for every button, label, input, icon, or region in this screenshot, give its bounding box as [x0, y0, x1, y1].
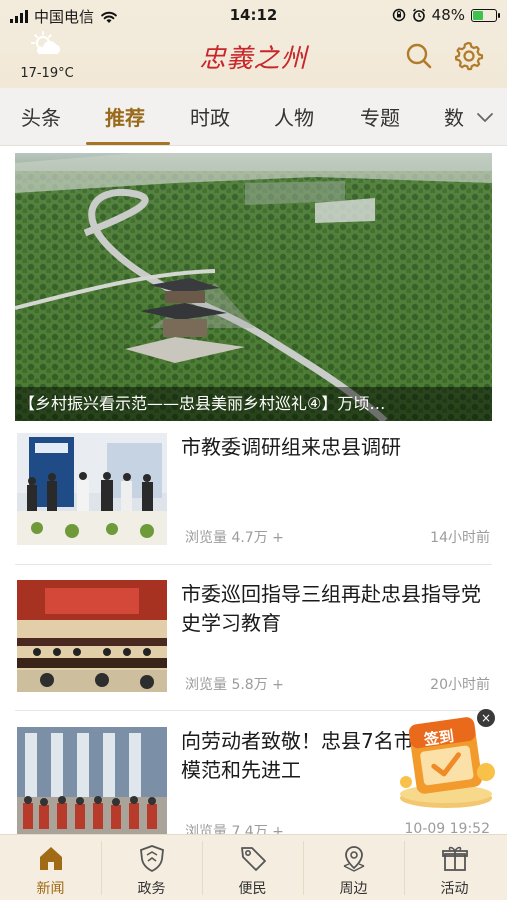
close-icon[interactable]: × — [477, 709, 495, 727]
nav-label: 周边 — [339, 881, 368, 897]
app-header-area: 中国电信 14:12 48% 17-19°C 忠義之州 — [0, 0, 507, 88]
nav-activities[interactable]: 活动 — [404, 835, 505, 900]
tab-data[interactable]: 数 — [444, 102, 464, 131]
search-icon[interactable] — [403, 40, 435, 72]
tab-people[interactable]: 人物 — [274, 102, 314, 131]
shield-icon — [140, 845, 164, 873]
tab-recommended[interactable]: 推荐 — [105, 102, 145, 131]
news-view-count: 浏览量 4.7万 + — [185, 530, 284, 546]
tag-icon — [241, 847, 266, 871]
gear-icon[interactable] — [453, 40, 485, 72]
chevron-down-icon[interactable] — [474, 106, 496, 128]
list-divider — [15, 710, 492, 711]
hero-article[interactable]: 【乡村振兴看示范——忠县美丽乡村巡礼④】万顷… — [15, 153, 492, 421]
battery-icon — [471, 8, 500, 22]
news-view-count: 浏览量 5.8万 + — [185, 677, 284, 693]
nav-government[interactable]: 政务 — [101, 835, 202, 900]
tab-politics[interactable]: 时政 — [190, 102, 230, 131]
nav-convenience[interactable]: 便民 — [202, 835, 303, 900]
nav-label: 新闻 — [36, 881, 65, 897]
bottom-navigation: 新闻 政务 便民 周边 活动 — [0, 834, 507, 900]
nav-label: 政务 — [137, 881, 166, 897]
nav-nearby[interactable]: 周边 — [303, 835, 404, 900]
alarm-icon — [412, 8, 425, 22]
news-title: 市委巡回指导三组再赴忠县指导党史学习教育 — [181, 582, 481, 635]
header-bar: 17-19°C 忠義之州 — [0, 30, 507, 88]
news-item[interactable]: 市教委调研组来忠县调研 浏览量 4.7万 + 14小时前 — [15, 433, 492, 553]
category-tabs: 头条 推荐 时政 人物 专题 数 — [0, 88, 507, 146]
news-item[interactable]: 市委巡回指导三组再赴忠县指导党史学习教育 浏览量 5.8万 + 20小时前 — [15, 580, 492, 700]
news-title: 市教委调研组来忠县调研 — [181, 435, 401, 459]
active-tab-indicator — [86, 142, 170, 145]
tab-topics[interactable]: 专题 — [360, 102, 400, 131]
battery-percent: 48% — [431, 6, 465, 24]
map-pin-icon — [343, 846, 365, 872]
battery-level — [473, 10, 483, 20]
app-screen: 中国电信 14:12 48% 17-19°C 忠義之州 头条 推荐 时政 人物 … — [0, 0, 507, 900]
news-thumbnail — [17, 727, 167, 839]
news-timestamp: 20小时前 — [430, 677, 490, 693]
news-thumbnail — [17, 433, 167, 545]
news-timestamp: 14小时前 — [430, 530, 490, 546]
rotation-lock-icon — [392, 8, 405, 22]
hero-image — [15, 153, 492, 421]
news-thumbnail — [17, 580, 167, 692]
list-divider — [15, 564, 492, 565]
nav-news[interactable]: 新闻 — [0, 835, 101, 900]
hero-caption: 【乡村振兴看示范——忠县美丽乡村巡礼④】万顷… — [15, 387, 492, 421]
nav-label: 便民 — [238, 881, 267, 897]
home-icon — [40, 847, 62, 870]
gift-icon — [442, 846, 468, 871]
tab-headlines[interactable]: 头条 — [21, 102, 61, 131]
nav-label: 活动 — [440, 881, 469, 897]
status-bar: 中国电信 14:12 48% — [0, 0, 507, 30]
status-right: 48% — [392, 6, 500, 24]
